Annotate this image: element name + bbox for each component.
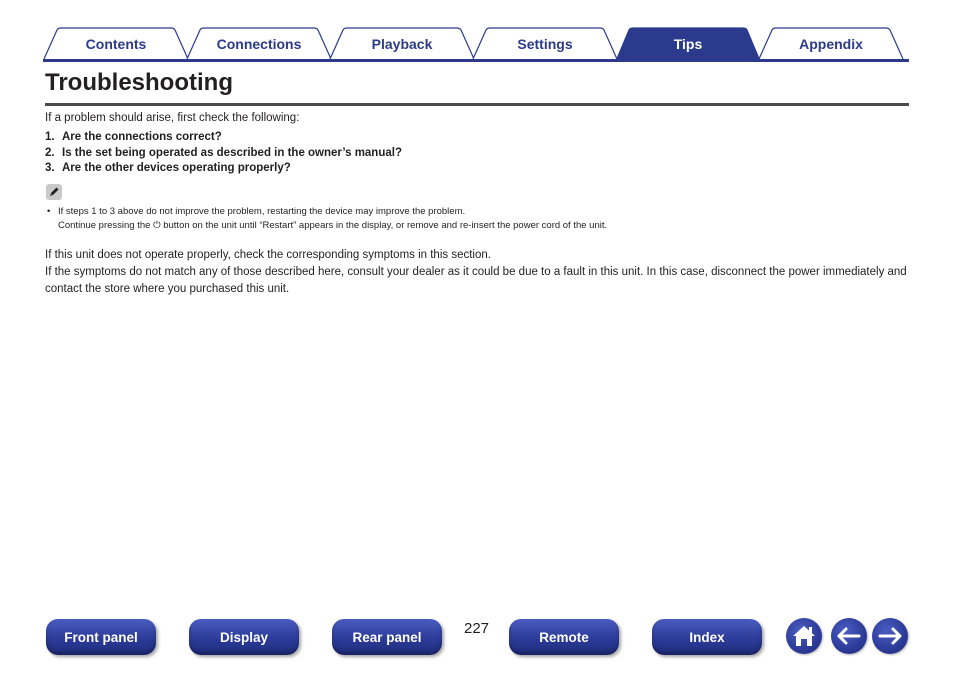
item-text: Are the connections correct? — [62, 131, 222, 143]
checklist-item: 1. Are the connections correct? — [45, 130, 402, 146]
note-text: If steps 1 to 3 above do not improve the… — [58, 206, 466, 217]
tab-label: Connections — [216, 36, 302, 52]
arrow-left-icon — [837, 627, 861, 645]
checklist-item: 3. Are the other devices operating proper… — [45, 161, 402, 177]
pencil-icon — [46, 184, 62, 200]
bullet: • — [47, 206, 51, 217]
power-icon: ⏻ — [153, 220, 161, 231]
tab-label: Appendix — [799, 36, 863, 52]
checklist-item: 2. Is the set being operated as described… — [45, 146, 402, 162]
note-text: button on the unit until “Restart” appea… — [160, 220, 608, 231]
title-divider — [45, 103, 909, 106]
tab-settings[interactable]: Settings — [472, 27, 618, 60]
tab-label: Tips — [673, 36, 703, 52]
note-text: Continue pressing the — [58, 220, 154, 231]
display-button[interactable]: Display — [189, 619, 299, 655]
front-panel-button[interactable]: Front panel — [46, 619, 156, 655]
note-line: Continue pressing the ⏻ button on the un… — [47, 219, 607, 233]
remote-button[interactable]: Remote — [509, 619, 619, 655]
page-number: 227 — [464, 620, 490, 637]
rear-panel-button[interactable]: Rear panel — [332, 619, 442, 655]
home-icon — [793, 626, 815, 646]
note-line: • If steps 1 to 3 above do not improve t… — [47, 205, 607, 219]
item-number: 3. — [45, 162, 55, 174]
tab-tips[interactable]: Tips — [615, 27, 761, 61]
paragraph: If this unit does not operate properly, … — [45, 249, 491, 261]
tab-contents[interactable]: Contents — [43, 27, 189, 60]
tab-connections[interactable]: Connections — [186, 27, 332, 60]
item-number: 1. — [45, 131, 55, 143]
tab-appendix[interactable]: Appendix — [758, 27, 904, 60]
tab-label: Playback — [371, 36, 433, 52]
tab-label: Contents — [85, 36, 147, 52]
item-text: Are the other devices operating properly… — [62, 162, 291, 174]
tab-bar-underline — [43, 59, 909, 62]
note: • If steps 1 to 3 above do not improve t… — [47, 205, 607, 233]
tab-bar: Contents Connections Playback Settings T… — [43, 27, 909, 62]
item-number: 2. — [45, 146, 55, 159]
tab-playback[interactable]: Playback — [329, 27, 475, 60]
home-button[interactable] — [786, 618, 822, 654]
forward-button[interactable] — [872, 618, 908, 654]
item-text: Is the set being operated as described i… — [62, 146, 402, 159]
checklist: 1. Are the connections correct? 2. Is the … — [45, 130, 402, 177]
back-button[interactable] — [831, 618, 867, 654]
intro-text: If a problem should arise, first check t… — [45, 112, 300, 124]
tab-label: Settings — [517, 36, 573, 52]
arrow-right-icon — [878, 627, 902, 645]
page-title: Troubleshooting — [45, 69, 233, 96]
index-button[interactable]: Index — [652, 619, 762, 655]
paragraph: If the symptoms do not match any of thos… — [45, 266, 907, 295]
